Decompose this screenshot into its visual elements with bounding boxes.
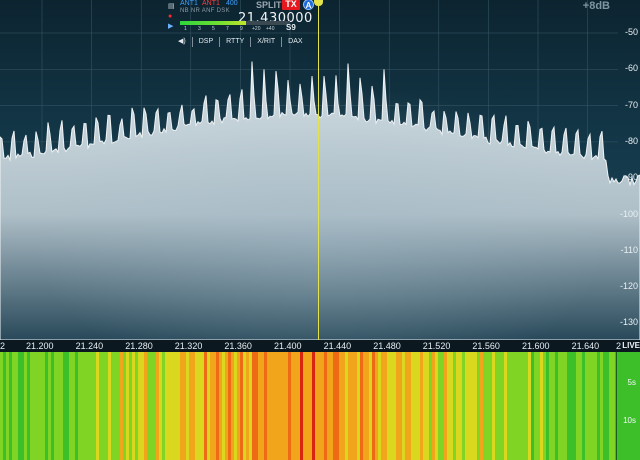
s-meter-tick: 5 [212,26,215,32]
split-button[interactable]: SPLIT [256,0,282,10]
db-label: -120 [619,281,638,292]
db-label: -130 [619,317,638,328]
s-meter-reading: S9 [286,23,296,32]
record-icon[interactable]: ● [168,13,174,20]
db-readout[interactable]: +8dB [583,0,610,12]
slice-letter-badge[interactable]: A [303,0,314,10]
waterfall[interactable]: 5s 10s [0,352,640,460]
s-meter-scale: 1 3 5 7 9 +20 +40 [180,26,292,34]
s-meter-tick: 9 [240,26,243,32]
freq-label: 21.560 [472,341,500,351]
filter-width[interactable]: 400 [226,0,238,7]
freq-label: 21.240 [75,341,104,351]
frequency-scale[interactable]: LIVE 21.200 21.240 21.280 21.320 21.360 21.40… [0,340,640,352]
freq-label: 21.520 [422,341,451,351]
rx-antenna[interactable]: ANT1 [180,0,198,7]
time-label-10s: 10s [623,416,636,425]
freq-label: 21.320 [174,341,203,351]
s-meter-tick: +40 [266,26,275,32]
s-meter-tick: +20 [252,26,261,32]
xrit-button[interactable]: X/RIT [250,37,281,47]
freq-label: 21.360 [224,341,252,351]
dsp-button[interactable]: DSP [191,37,219,47]
db-label: -50 [624,27,638,37]
slice-button-bar: ◀) DSP RTTY X/RIT DAX [172,37,309,47]
slice-center-line[interactable] [318,0,319,340]
panadapter[interactable]: +8dB -50 -60 -70 -80 -90 -100 -110 -120 -130 ▤ ●… [0,0,640,340]
waterfall-time-axis [616,352,617,460]
s-meter-tick: 7 [226,26,229,32]
db-label: -60 [624,63,638,74]
tx-antenna[interactable]: ANT1 [202,0,220,7]
live-label[interactable]: LIVE [622,341,640,350]
db-label: -70 [624,99,638,110]
tx-badge[interactable]: TX [282,0,300,10]
freq-label-edge: 2 [616,341,622,351]
spectrum-display [0,0,640,340]
side-icons: ▤ ● ▶ [168,3,176,34]
dax-button[interactable]: DAX [281,37,308,47]
s-meter-tick: 3 [198,26,201,32]
freq-label: 21.600 [522,341,550,351]
freq-label: 21.640 [571,341,600,351]
slice-flag: ▤ ● ▶ ANT1 ANT1 400 NB NR ANF DSK SPLIT … [168,0,318,48]
mode-flags: NB NR ANF DSK [180,8,230,14]
waterfall-display [0,352,640,460]
display-icon[interactable]: ▤ [168,3,175,10]
s-meter-tick: 1 [184,26,187,32]
freq-label: 21.200 [26,341,54,351]
audio-button[interactable]: ◀) [172,37,192,47]
mode-button[interactable]: RTTY [219,37,250,47]
db-label: -90 [624,172,638,183]
freq-label: 21.440 [323,341,352,351]
db-label: -80 [624,135,638,146]
freq-label: 21.480 [373,341,401,351]
time-label-5s: 5s [627,378,636,387]
freq-label: 21.280 [125,341,153,351]
s-meter-track [246,21,290,25]
freq-label: 21.400 [274,341,302,351]
db-label: -110 [620,244,638,255]
freq-label-edge: 2 [0,341,6,351]
db-label: -100 [619,208,638,219]
play-icon[interactable]: ▶ [168,23,174,30]
